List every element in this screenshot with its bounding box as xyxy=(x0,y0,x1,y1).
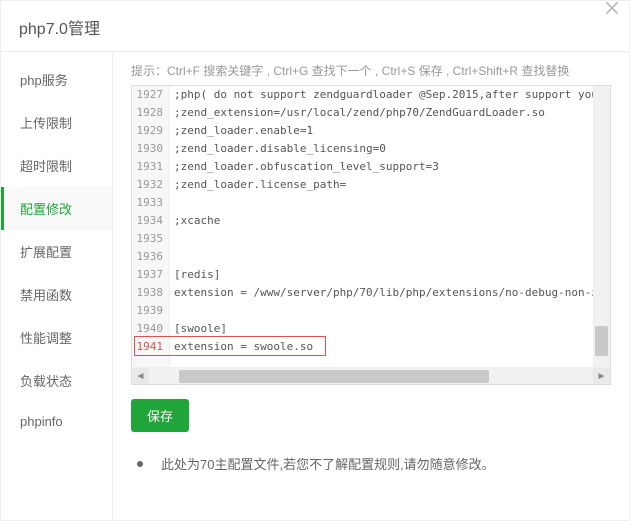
code-line[interactable]: ;xcache xyxy=(170,212,610,230)
line-number: 1931 xyxy=(132,158,169,176)
close-icon[interactable] xyxy=(605,1,623,19)
page-title: php7.0管理 xyxy=(19,21,100,38)
line-number: 1927 xyxy=(132,86,169,104)
code-line[interactable]: extension = /www/server/php/70/lib/php/e… xyxy=(170,284,610,302)
code-line[interactable] xyxy=(170,230,610,248)
sidebar-item-label: 禁用函数 xyxy=(20,288,72,303)
code-line[interactable]: [redis] xyxy=(170,266,610,284)
sidebar-item-extensions[interactable]: 扩展配置 xyxy=(1,230,112,273)
editor-code[interactable]: ;php( do not support zendguardloader @Se… xyxy=(170,86,610,356)
line-number: 1929 xyxy=(132,122,169,140)
bullet-icon xyxy=(137,461,143,467)
line-number: 1933 xyxy=(132,194,169,212)
code-line[interactable]: ;zend_loader.enable=1 xyxy=(170,122,610,140)
code-line[interactable]: ;zend_loader.license_path= xyxy=(170,176,610,194)
line-number: 1937 xyxy=(132,266,169,284)
scroll-left-arrow-icon[interactable]: ◄ xyxy=(132,368,149,385)
line-number: 1932 xyxy=(132,176,169,194)
line-number: 1935 xyxy=(132,230,169,248)
horizontal-scrollbar-thumb[interactable] xyxy=(179,370,489,383)
sidebar-item-upload-limit[interactable]: 上传限制 xyxy=(1,101,112,144)
sidebar-item-phpinfo[interactable]: phpinfo xyxy=(1,402,112,441)
horizontal-scrollbar[interactable]: ◄ ► xyxy=(132,367,610,384)
sidebar-item-label: 超时限制 xyxy=(20,159,72,174)
sidebar-item-config-edit[interactable]: 配置修改 xyxy=(1,187,112,230)
highlight-box xyxy=(134,336,326,356)
code-line[interactable]: ;zend_loader.disable_licensing=0 xyxy=(170,140,610,158)
config-editor[interactable]: 1927192819291930193119321933193419351936… xyxy=(131,85,611,385)
sidebar-item-load-status[interactable]: 负载状态 xyxy=(1,359,112,402)
code-line[interactable]: ;php( do not support zendguardloader @Se… xyxy=(170,86,610,104)
horizontal-scrollbar-track[interactable] xyxy=(149,368,593,385)
sidebar: php服务 上传限制 超时限制 配置修改 扩展配置 禁用函数 性能调整 负载状态… xyxy=(1,52,113,521)
save-button[interactable]: 保存 xyxy=(131,399,189,432)
sidebar-item-label: 上传限制 xyxy=(20,116,72,131)
vertical-scrollbar-thumb[interactable] xyxy=(595,326,608,356)
line-number: 1936 xyxy=(132,248,169,266)
sidebar-item-disabled-funcs[interactable]: 禁用函数 xyxy=(1,273,112,316)
code-line[interactable] xyxy=(170,302,610,320)
code-line[interactable]: ;zend_extension=/usr/local/zend/php70/Ze… xyxy=(170,104,610,122)
config-note: 此处为70主配置文件,若您不了解配置规则,请勿随意修改。 xyxy=(131,454,611,473)
sidebar-item-label: php服务 xyxy=(20,73,68,88)
sidebar-item-timeout-limit[interactable]: 超时限制 xyxy=(1,144,112,187)
editor-gutter: 1927192819291930193119321933193419351936… xyxy=(132,86,170,369)
sidebar-item-performance[interactable]: 性能调整 xyxy=(1,316,112,359)
line-number: 1938 xyxy=(132,284,169,302)
sidebar-item-label: 扩展配置 xyxy=(20,245,72,260)
config-note-text: 此处为70主配置文件,若您不了解配置规则,请勿随意修改。 xyxy=(161,454,495,473)
line-number: 1934 xyxy=(132,212,169,230)
sidebar-item-php-service[interactable]: php服务 xyxy=(1,58,112,101)
editor-hint: 提示：Ctrl+F 搜索关键字 , Ctrl+G 查找下一个 , Ctrl+S … xyxy=(131,62,611,79)
sidebar-item-label: 负载状态 xyxy=(20,374,72,389)
vertical-scrollbar[interactable] xyxy=(593,86,610,369)
code-line[interactable] xyxy=(170,194,610,212)
code-line[interactable] xyxy=(170,248,610,266)
sidebar-item-label: phpinfo xyxy=(20,414,63,429)
code-line[interactable]: ;zend_loader.obfuscation_level_support=3 xyxy=(170,158,610,176)
scroll-right-arrow-icon[interactable]: ► xyxy=(593,368,610,385)
line-number: 1939 xyxy=(132,302,169,320)
line-number: 1930 xyxy=(132,140,169,158)
line-number: 1928 xyxy=(132,104,169,122)
sidebar-item-label: 配置修改 xyxy=(20,202,72,217)
sidebar-item-label: 性能调整 xyxy=(20,331,72,346)
